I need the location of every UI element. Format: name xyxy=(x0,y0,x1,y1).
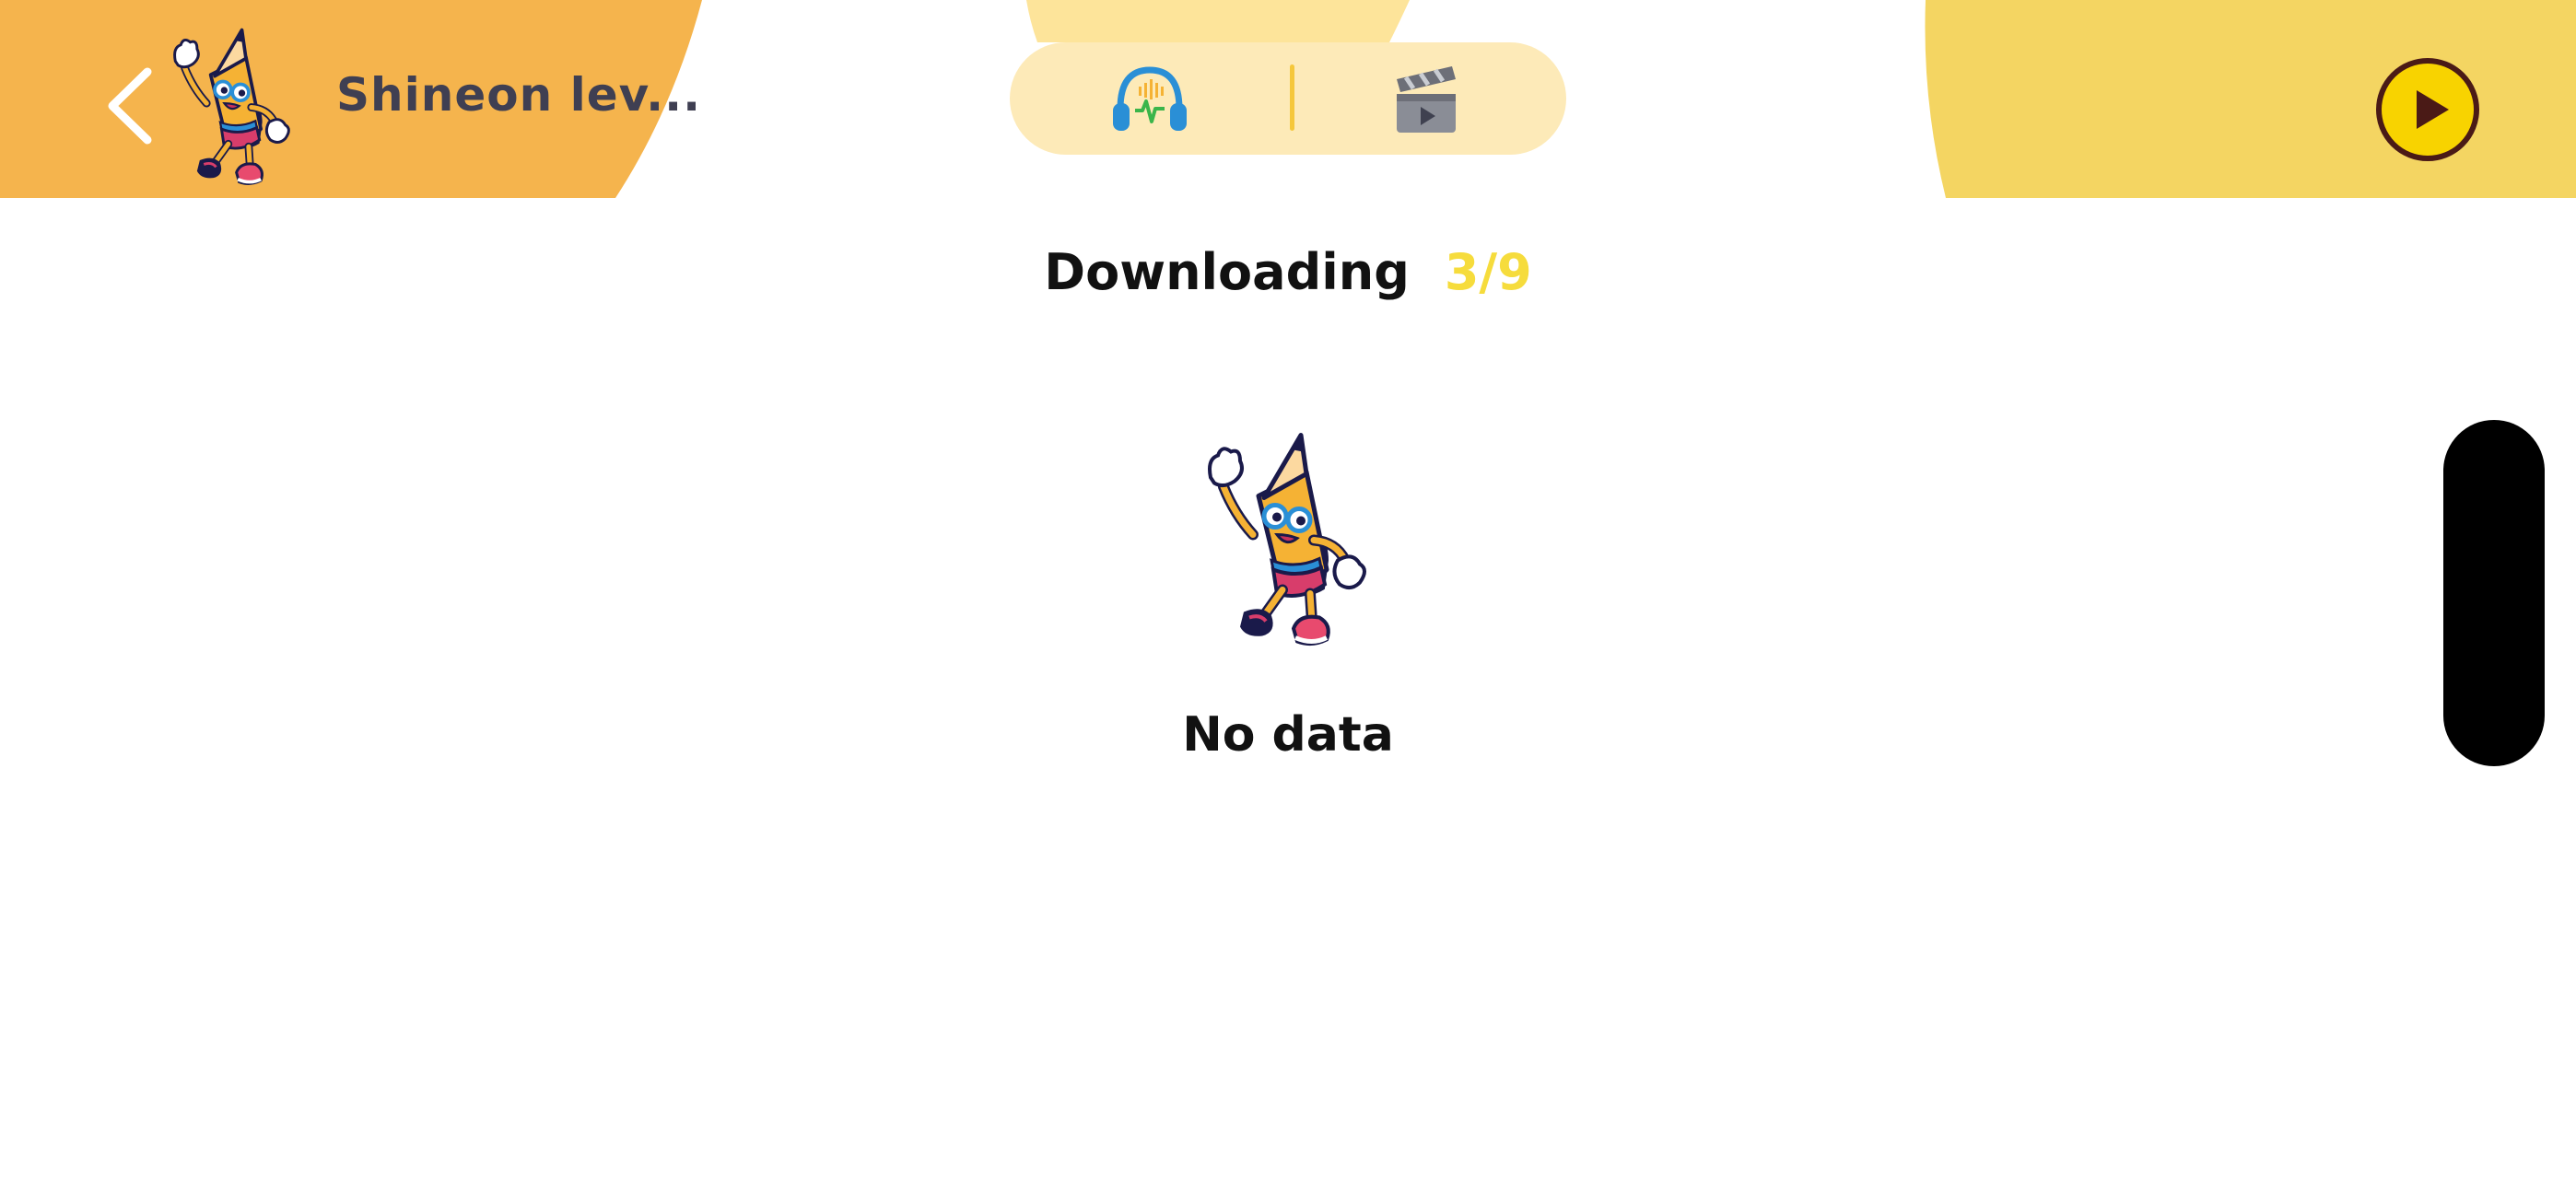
toggle-divider xyxy=(1290,64,1294,131)
pencil-mascot-icon xyxy=(166,26,295,192)
tab-video[interactable] xyxy=(1393,63,1459,136)
headphones-icon xyxy=(1113,66,1187,131)
empty-state-text: No data xyxy=(1182,707,1394,763)
play-button[interactable] xyxy=(2375,57,2480,162)
play-icon xyxy=(2376,58,2479,161)
pencil-mascot-icon xyxy=(1198,420,1373,664)
download-status-label: Downloading xyxy=(1044,243,1410,301)
media-mode-toggle xyxy=(1010,42,1566,155)
tab-audio[interactable] xyxy=(1111,63,1188,136)
page-title: Shineon lev... xyxy=(336,68,702,122)
back-button[interactable] xyxy=(100,64,164,147)
clapperboard-icon xyxy=(1397,66,1456,133)
side-drag-handle[interactable] xyxy=(2443,420,2545,766)
chevron-left-icon xyxy=(108,67,152,145)
header-center-arc xyxy=(1026,0,1410,42)
download-status: Downloading 3/9 xyxy=(0,243,2576,301)
download-count: 3/9 xyxy=(1444,243,1532,301)
app-header: Shineon lev... xyxy=(0,0,2576,198)
